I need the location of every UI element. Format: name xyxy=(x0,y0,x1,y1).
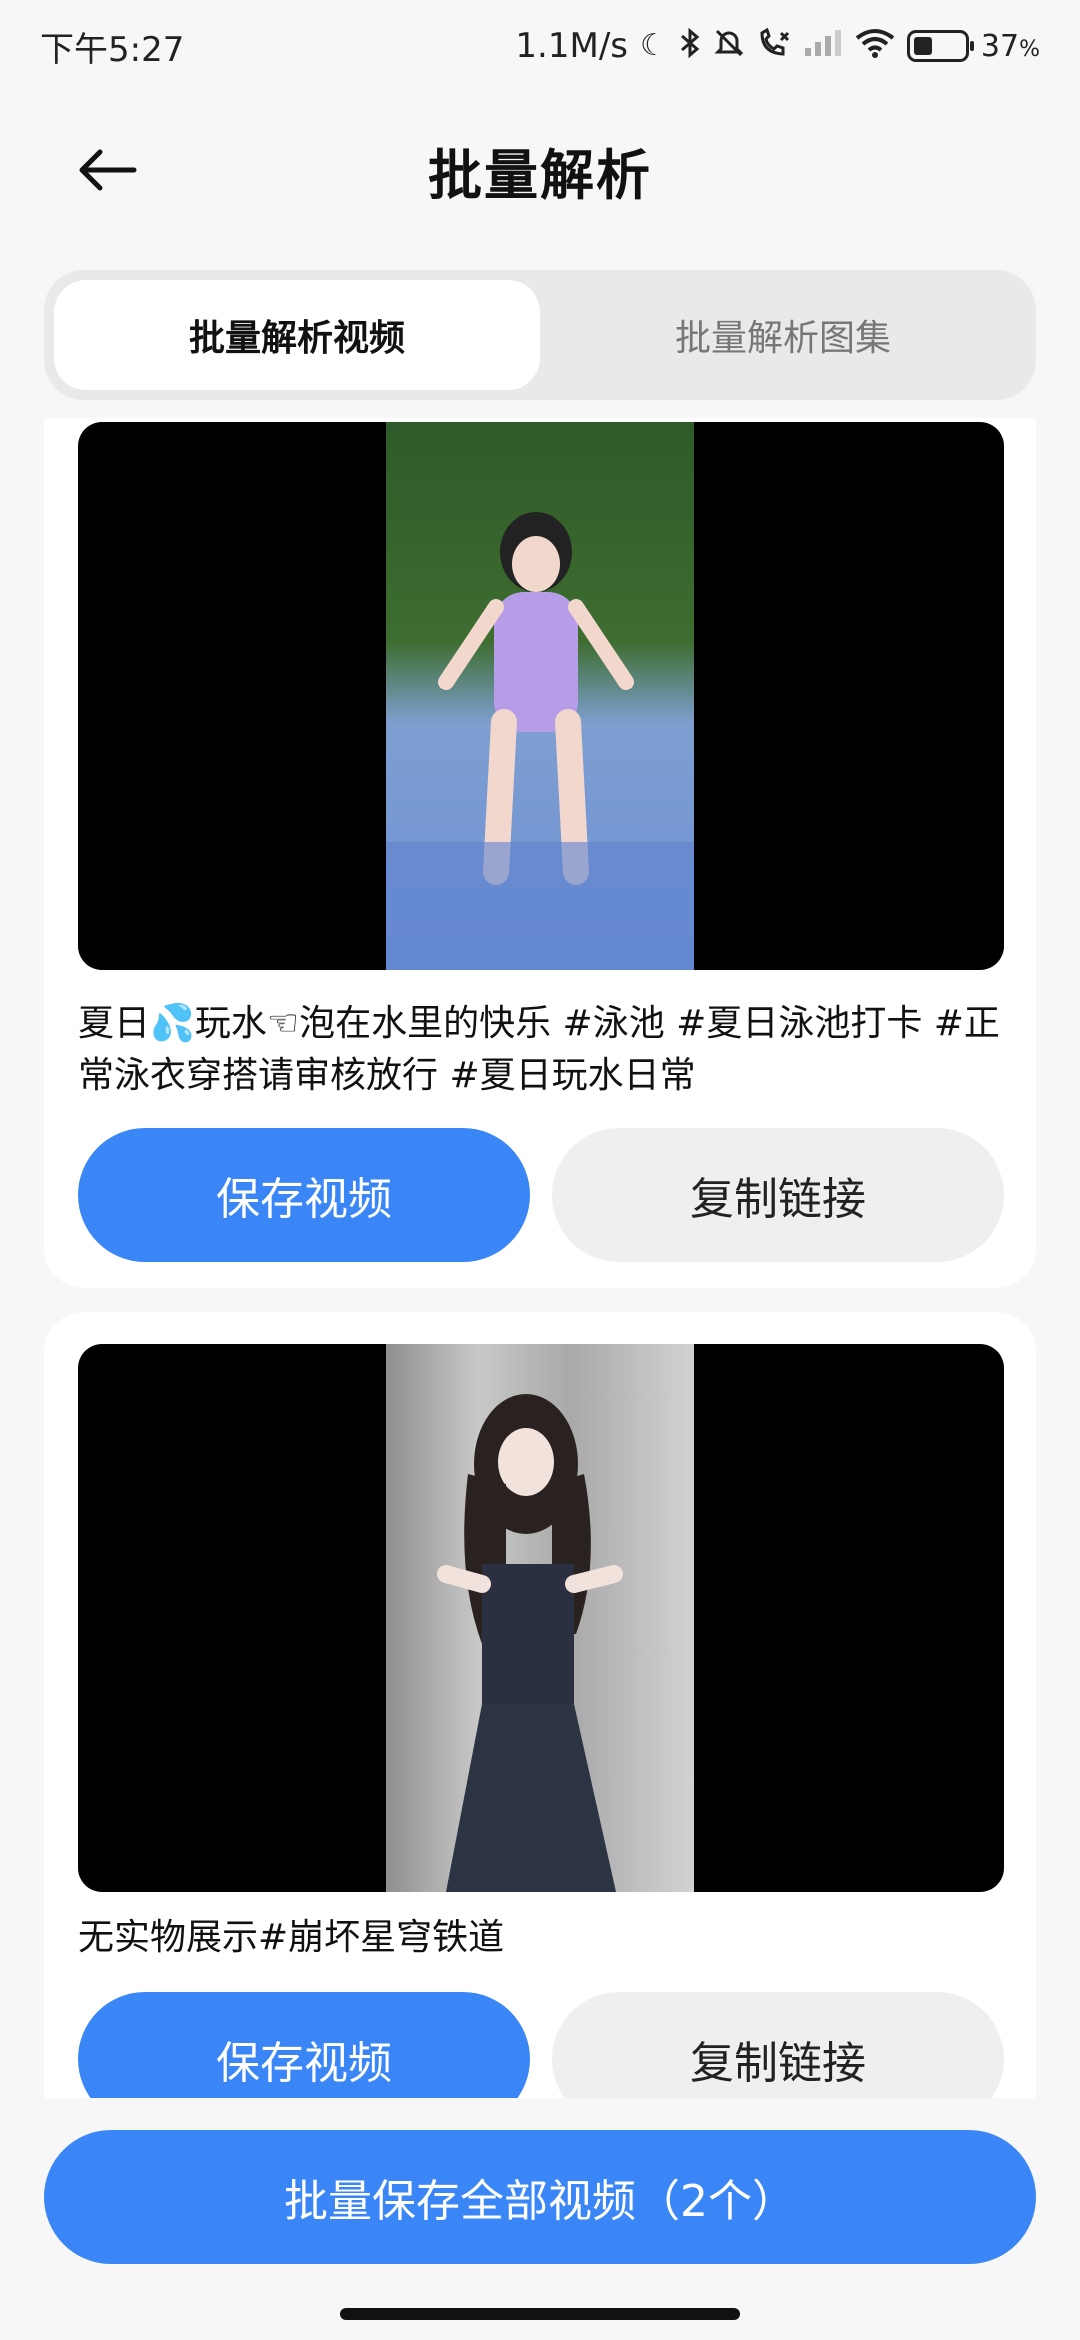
result-list[interactable]: 夏日💦玩水☜泡在水里的快乐 #泳池 #夏日泳池打卡 #正常泳衣穿搭请审核放行 #… xyxy=(0,418,1080,2098)
video-card: 无实物展示#崩坏星穹铁道 保存视频 复制链接 xyxy=(44,1312,1036,2098)
arrow-left-icon xyxy=(79,149,137,191)
tab-batch-gallery[interactable]: 批量解析图集 xyxy=(540,280,1026,390)
silent-bell-icon xyxy=(713,27,745,65)
video-card: 夏日💦玩水☜泡在水里的快乐 #泳池 #夏日泳池打卡 #正常泳衣穿搭请审核放行 #… xyxy=(44,418,1036,1288)
page-title: 批量解析 xyxy=(428,143,652,207)
app-root: 下午5:27 1.1M/s ☾ 37% 批量解析 批量解析视频 批量解析图集 夏… xyxy=(0,0,1080,2340)
status-bar: 下午5:27 1.1M/s ☾ 37% xyxy=(0,0,1080,92)
call-forward-icon xyxy=(757,27,791,65)
battery-icon xyxy=(906,30,974,62)
video-frame-image xyxy=(386,1344,694,1892)
wifi-icon xyxy=(855,28,895,64)
copy-link-button[interactable]: 复制链接 xyxy=(552,1992,1004,2098)
video-frame-image xyxy=(386,422,694,970)
tab-bar: 批量解析视频 批量解析图集 xyxy=(44,270,1036,400)
battery-level-fill xyxy=(913,37,933,55)
signal-icon xyxy=(803,28,843,64)
copy-link-button[interactable]: 复制链接 xyxy=(552,1128,1004,1262)
bluetooth-icon xyxy=(679,27,701,65)
network-speed: 1.1M/s xyxy=(515,26,628,66)
video-caption: 夏日💦玩水☜泡在水里的快乐 #泳池 #夏日泳池打卡 #正常泳衣穿搭请审核放行 #… xyxy=(78,1003,1000,1096)
status-icons: 1.1M/s ☾ 37% xyxy=(515,26,1040,66)
home-indicator[interactable] xyxy=(340,2308,740,2320)
video-thumbnail[interactable] xyxy=(78,422,1004,970)
save-all-videos-button[interactable]: 批量保存全部视频（2个） xyxy=(44,2130,1036,2264)
back-button[interactable] xyxy=(72,138,144,202)
header: 批量解析 xyxy=(0,110,1080,230)
video-thumbnail[interactable] xyxy=(78,1344,1004,1892)
tab-batch-video[interactable]: 批量解析视频 xyxy=(54,280,540,390)
video-caption: 无实物展示#崩坏星穹铁道 xyxy=(78,1917,505,1958)
status-time: 下午5:27 xyxy=(40,29,185,70)
moon-icon: ☾ xyxy=(640,28,667,63)
save-video-button[interactable]: 保存视频 xyxy=(78,1992,530,2098)
save-video-button[interactable]: 保存视频 xyxy=(78,1128,530,1262)
battery-percent: 37% xyxy=(980,28,1040,64)
